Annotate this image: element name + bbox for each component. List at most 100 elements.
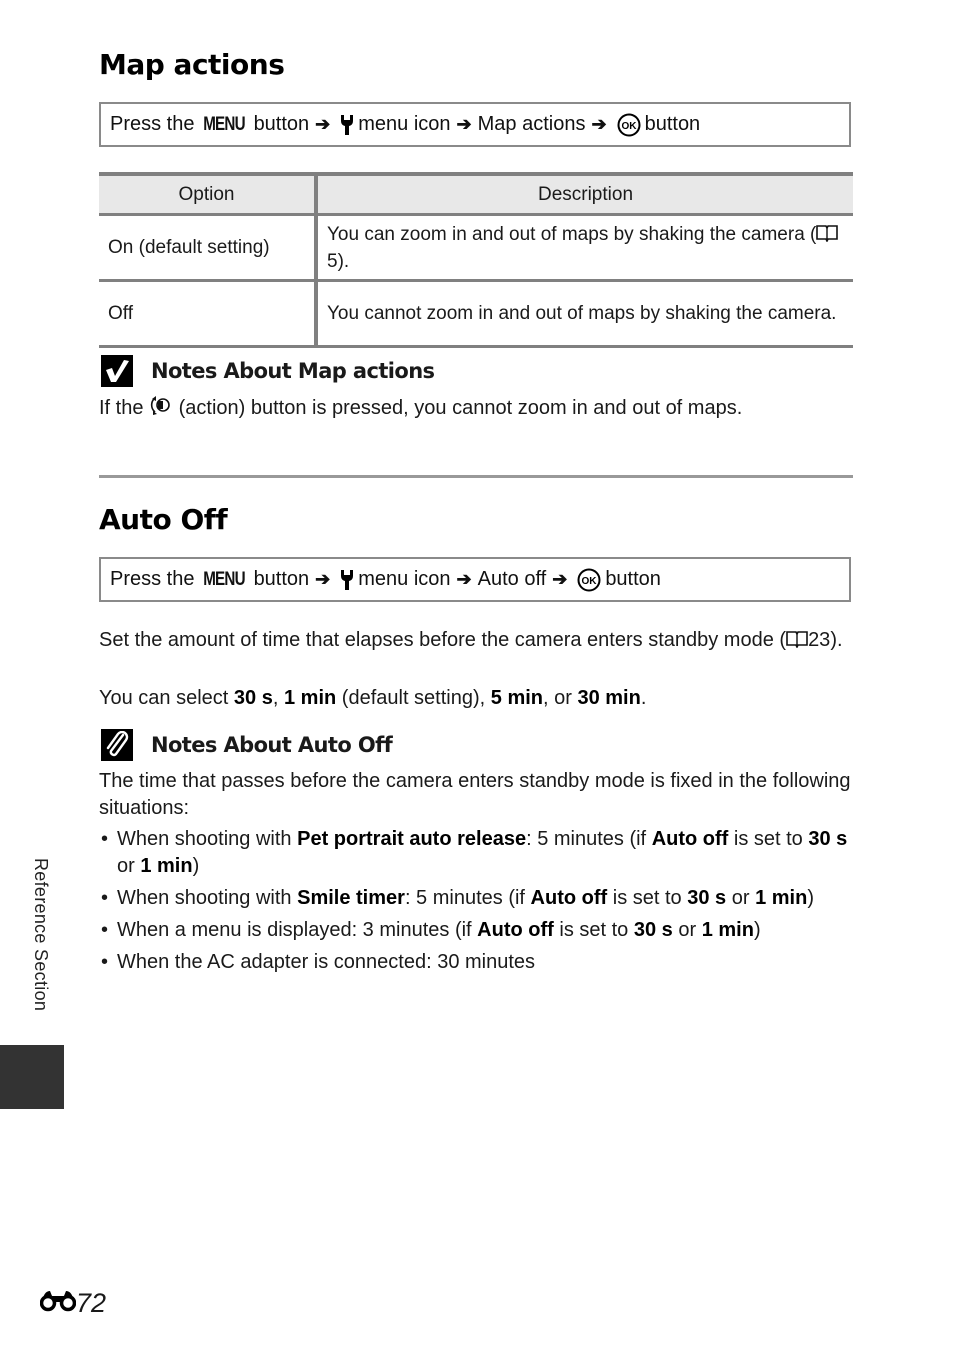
ok-button-icon: OK bbox=[577, 568, 601, 592]
menu-path-press: Press the bbox=[110, 113, 195, 135]
value: 30 s bbox=[633, 919, 673, 941]
item-text: : 5 minutes (if bbox=[526, 828, 652, 850]
ok-button-icon: OK bbox=[617, 113, 641, 137]
option-30s: 30 s bbox=[233, 687, 273, 709]
item-text: : 5 minutes (if bbox=[404, 887, 531, 909]
book-reference-icon bbox=[816, 224, 839, 249]
arrow-right-icon: ➔ bbox=[552, 569, 568, 589]
table-header-option: Option bbox=[99, 172, 318, 216]
value: 1 min bbox=[755, 887, 808, 909]
option-1min: 1 min bbox=[283, 687, 337, 709]
list-item: When shooting with Smile timer: 5 minute… bbox=[99, 885, 859, 912]
menu-path-menu-icon-text: menu icon bbox=[358, 568, 451, 590]
note-title: Notes About Auto Off bbox=[151, 733, 393, 757]
menu-path-button-word: button bbox=[253, 568, 310, 590]
menu-button-icon: MENU bbox=[203, 113, 245, 135]
menu-path-final-button: button bbox=[605, 568, 661, 590]
table-cell-option: On (default setting) bbox=[99, 214, 318, 282]
menu-path-button-word: button bbox=[253, 113, 310, 135]
item-text: When shooting with bbox=[117, 887, 298, 909]
item-text: ) bbox=[807, 887, 814, 909]
section-title-map-actions: Map actions bbox=[99, 48, 285, 81]
page-number-text: 72 bbox=[76, 1288, 107, 1318]
period: . bbox=[640, 687, 647, 709]
arrow-right-icon: ➔ bbox=[456, 114, 472, 134]
item-text: is set to bbox=[728, 828, 809, 850]
description-text-end: ). bbox=[337, 250, 350, 272]
page-reference[interactable]: 5 bbox=[327, 251, 338, 272]
book-reference-icon bbox=[786, 629, 808, 656]
auto-off-options-text: You can select 30 s, 1 min (default sett… bbox=[99, 685, 646, 712]
separator: , bbox=[272, 687, 284, 709]
item-text: When the AC adapter is connected: 30 min… bbox=[117, 951, 536, 973]
default-note: (default setting), bbox=[336, 687, 491, 709]
description-text: You can zoom in and out of maps by shaki… bbox=[327, 223, 817, 245]
setting-name: Auto off bbox=[651, 828, 729, 850]
arrow-right-icon: ➔ bbox=[591, 114, 607, 134]
list-item: When a menu is displayed: 3 minutes (if … bbox=[99, 917, 859, 944]
value: 30 s bbox=[687, 887, 727, 909]
item-text: or bbox=[672, 919, 702, 941]
description-text-end: ). bbox=[830, 629, 843, 651]
paperclip-icon bbox=[101, 729, 133, 761]
svg-text:OK: OK bbox=[582, 576, 598, 587]
description-text: Set the amount of time that elapses befo… bbox=[99, 629, 787, 651]
table-cell-option: Off bbox=[99, 280, 318, 348]
note-text-map-actions: If the (action) button is pressed, you c… bbox=[99, 394, 742, 424]
svg-text:OK: OK bbox=[621, 121, 637, 132]
mode-name: Pet portrait auto release bbox=[297, 828, 527, 850]
auto-off-description: Set the amount of time that elapses befo… bbox=[99, 627, 859, 656]
value: 1 min bbox=[701, 919, 754, 941]
item-text: is set to bbox=[553, 919, 634, 941]
table-cell-description: You cannot zoom in and out of maps by sh… bbox=[316, 280, 853, 348]
page-reference[interactable]: 23 bbox=[808, 629, 830, 651]
table-row: On (default setting) You can zoom in and… bbox=[99, 214, 853, 282]
arrow-right-icon: ➔ bbox=[456, 569, 472, 589]
separator: , or bbox=[543, 687, 578, 709]
item-text: is set to bbox=[607, 887, 688, 909]
menu-path-press: Press the bbox=[110, 568, 195, 590]
standby-situations-list: When shooting with Pet portrait auto rel… bbox=[99, 826, 859, 981]
arrow-right-icon: ➔ bbox=[315, 569, 331, 589]
value: 30 s bbox=[808, 828, 848, 850]
note-header-auto-off: Notes About Auto Off bbox=[101, 729, 393, 761]
note-text-auto-off: The time that passes before the camera e… bbox=[99, 770, 851, 819]
menu-path-final-button: button bbox=[644, 113, 701, 135]
action-button-icon bbox=[149, 394, 173, 424]
item-text: When a menu is displayed: 3 minutes (if bbox=[117, 919, 478, 941]
option-5min: 5 min bbox=[490, 687, 544, 709]
table-header-description: Description bbox=[316, 172, 853, 216]
section-title-auto-off: Auto Off bbox=[99, 503, 228, 536]
wrench-icon bbox=[340, 569, 354, 591]
menu-button-icon: MENU bbox=[203, 568, 245, 590]
list-item: When shooting with Pet portrait auto rel… bbox=[99, 826, 859, 880]
menu-path-item: Map actions bbox=[477, 113, 586, 135]
options-table: Option Description On (default setting) … bbox=[99, 172, 853, 348]
item-text: or bbox=[726, 887, 756, 909]
wrench-icon bbox=[340, 114, 354, 136]
table-cell-description: You can zoom in and out of maps by shaki… bbox=[316, 214, 853, 282]
note-text-pre: If the bbox=[99, 397, 144, 419]
menu-path-auto-off: Press the MENU button ➔ menu icon ➔ Auto… bbox=[99, 557, 851, 602]
table-header-row: Option Description bbox=[99, 172, 853, 216]
arrow-right-icon: ➔ bbox=[315, 114, 331, 134]
item-text: or bbox=[117, 855, 141, 877]
menu-path-map-actions: Press the MENU button ➔ menu icon ➔ Map … bbox=[99, 102, 851, 147]
item-text: When shooting with bbox=[117, 828, 298, 850]
value: 1 min bbox=[140, 855, 193, 877]
setting-name: Auto off bbox=[530, 887, 608, 909]
options-text: You can select bbox=[99, 687, 234, 709]
option-30min: 30 min bbox=[577, 687, 641, 709]
item-text: ) bbox=[192, 855, 200, 877]
section-divider bbox=[99, 475, 853, 478]
section-side-label: Reference Section bbox=[31, 858, 51, 1012]
note-header-map-actions: Notes About Map actions bbox=[101, 355, 435, 387]
note-title: Notes About Map actions bbox=[151, 359, 435, 383]
check-icon bbox=[101, 355, 133, 387]
menu-path-menu-icon-text: menu icon bbox=[358, 113, 451, 135]
setting-name: Auto off bbox=[477, 919, 554, 941]
note-text-post: (action) button is pressed, you cannot z… bbox=[178, 397, 743, 419]
binoculars-icon bbox=[39, 1288, 77, 1319]
page-number: 72 bbox=[39, 1288, 107, 1319]
list-item: When the AC adapter is connected: 30 min… bbox=[99, 949, 859, 976]
